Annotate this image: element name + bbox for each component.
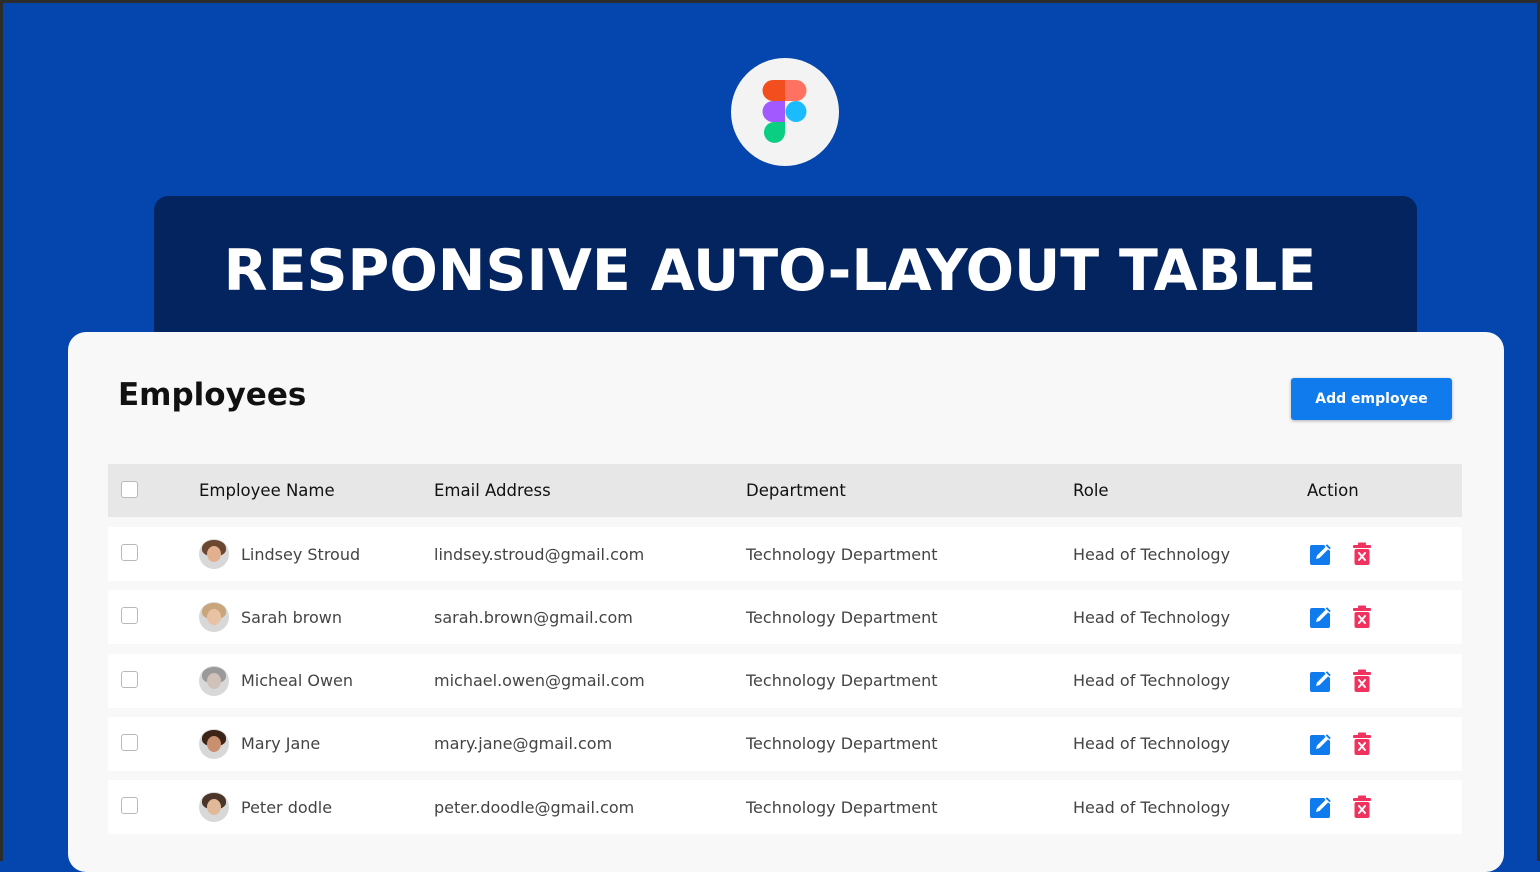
department-cell: Technology Department	[746, 797, 938, 817]
action-cell	[1309, 590, 1391, 644]
role-cell: Head of Technology	[1073, 734, 1231, 754]
header-email-address[interactable]: Email Address	[434, 464, 551, 517]
trash-icon[interactable]	[1350, 605, 1374, 629]
table-row: Peter dodle peter.doodle@gmail.com Techn…	[108, 780, 1462, 835]
role-cell: Head of Technology	[1073, 671, 1231, 691]
avatar	[199, 539, 229, 569]
header-role[interactable]: Role	[1073, 464, 1109, 517]
action-cell	[1309, 654, 1391, 708]
avatar	[199, 728, 229, 759]
employee-name-cell: Peter dodle	[199, 780, 332, 834]
role-cell: Head of Technology	[1073, 544, 1231, 564]
page-title: Employees	[118, 377, 307, 413]
edit-icon[interactable]	[1309, 669, 1333, 693]
employee-name-cell: Lindsey Stroud	[199, 527, 360, 581]
action-cell	[1309, 780, 1391, 834]
role-cell: Head of Technology	[1073, 607, 1231, 627]
email-cell: mary.jane@gmail.com	[434, 734, 613, 754]
row-checkbox[interactable]	[121, 544, 138, 561]
figma-logo-icon	[762, 80, 807, 143]
email-cell: sarah.brown@gmail.com	[434, 607, 633, 627]
avatar	[199, 665, 229, 696]
employee-name-cell: Sarah brown	[199, 590, 342, 644]
employee-name-cell: Micheal Owen	[199, 654, 353, 708]
edit-icon[interactable]	[1309, 795, 1333, 819]
department-cell: Technology Department	[746, 544, 938, 564]
email-cell: peter.doodle@gmail.com	[434, 797, 635, 817]
row-checkbox[interactable]	[121, 733, 138, 751]
edit-icon[interactable]	[1309, 605, 1333, 629]
role-cell: Head of Technology	[1073, 797, 1231, 817]
employee-name: Mary Jane	[241, 734, 321, 754]
department-cell: Technology Department	[746, 607, 938, 627]
employees-card: Employees Add employee Employee Name Ema…	[68, 332, 1504, 872]
employee-name: Sarah brown	[241, 607, 342, 627]
employee-name: Lindsey Stroud	[241, 544, 361, 564]
edit-icon[interactable]	[1309, 732, 1333, 756]
employee-name: Micheal Owen	[241, 671, 354, 691]
action-cell	[1309, 717, 1391, 771]
table-row: Mary Jane mary.jane@gmail.com Technology…	[108, 716, 1462, 771]
employee-name: Peter dodle	[241, 797, 333, 817]
department-cell: Technology Department	[746, 734, 938, 754]
avatar	[199, 792, 229, 823]
table-row: Sarah brown sarah.brown@gmail.com Techno…	[108, 590, 1462, 645]
email-cell: lindsey.stroud@gmail.com	[434, 544, 645, 564]
employee-name-cell: Mary Jane	[199, 717, 320, 771]
department-cell: Technology Department	[746, 671, 938, 691]
figma-logo	[731, 58, 839, 166]
trash-icon[interactable]	[1350, 795, 1374, 819]
avatar	[199, 602, 229, 633]
trash-icon[interactable]	[1350, 732, 1374, 756]
trash-icon[interactable]	[1350, 542, 1374, 566]
banner-title: RESPONSIVE AUTO-LAYOUT TABLE	[223, 238, 1317, 304]
table-row: Lindsey Stroud lindsey.stroud@gmail.com …	[108, 527, 1462, 581]
table-row: Micheal Owen michael.owen@gmail.com Tech…	[108, 653, 1462, 708]
select-all-checkbox[interactable]	[121, 481, 138, 498]
trash-icon[interactable]	[1350, 669, 1374, 693]
email-cell: michael.owen@gmail.com	[434, 671, 645, 691]
row-checkbox[interactable]	[121, 670, 138, 688]
add-employee-button[interactable]: Add employee	[1291, 378, 1452, 420]
row-checkbox[interactable]	[121, 607, 138, 625]
table-header: Employee Name Email Address Department R…	[108, 464, 1462, 517]
header-department[interactable]: Department	[746, 464, 846, 517]
header-employee-name[interactable]: Employee Name	[199, 464, 335, 517]
header-action: Action	[1307, 481, 1359, 500]
edit-icon[interactable]	[1309, 542, 1333, 566]
row-checkbox[interactable]	[121, 797, 138, 815]
action-cell	[1309, 527, 1391, 581]
